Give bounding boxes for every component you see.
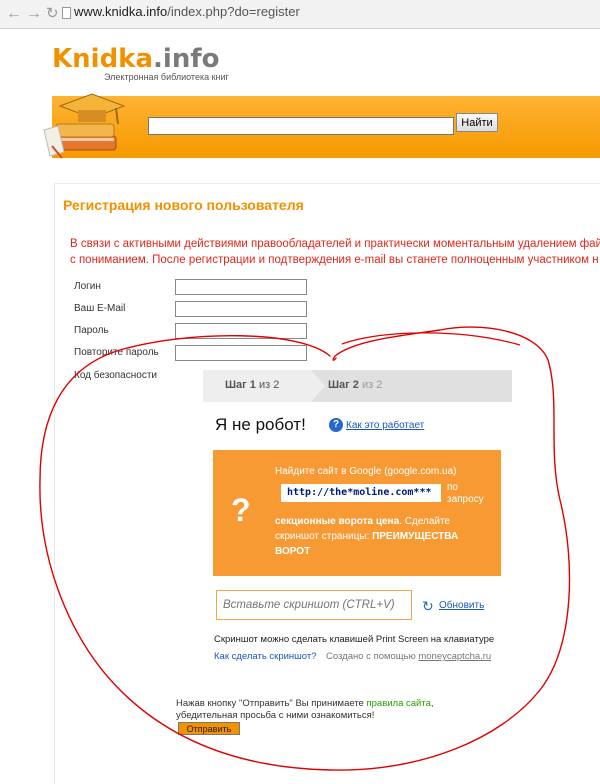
notice-text: В связи с активными действиями правообла… [70, 236, 600, 268]
step-1-label: Шаг 1 из 2 [225, 379, 279, 391]
step-2-text: Шаг 2 [328, 379, 359, 391]
books-graduation-cap-icon [43, 93, 126, 159]
login-field[interactable] [175, 279, 307, 295]
terms-prefix: Нажав кнопку "Отправить" Вы принимаете [176, 698, 364, 709]
step-arrow [311, 370, 325, 402]
site-tagline: Электронная библиотека книг [104, 72, 229, 82]
step-1-text: Шаг 1 [225, 379, 256, 391]
password-field[interactable] [175, 323, 307, 339]
screenshot-hint: Скриншот можно сделать клавишей Print Sc… [214, 634, 495, 645]
task-query-bold: секционные ворота цена [275, 516, 400, 527]
task-after-query: по запросу [447, 482, 484, 505]
terms-suffix: , [430, 698, 434, 709]
url-host: www.knidka.info [74, 4, 168, 19]
refresh-icon[interactable]: ↻ [422, 598, 434, 615]
back-arrow-icon[interactable]: ← [6, 5, 22, 23]
question-circle-icon[interactable]: ? [329, 418, 343, 432]
security-code-label: Код безопасности [74, 370, 157, 381]
captcha-steps: Шаг 1 из 2 Шаг 2 из 2 [203, 370, 512, 402]
moneycaptcha-link[interactable]: moneycaptcha.ru [418, 651, 491, 662]
search-input[interactable] [148, 117, 454, 135]
url-path: /index.php?do=register [167, 4, 300, 19]
step-1-of: из 2 [259, 379, 280, 391]
search-query-box: http://the*moline.com*** [281, 484, 441, 502]
not-robot-heading: Я не робот! [215, 415, 306, 434]
terms-line-1: Нажав кнопку "Отправить" Вы принимаете п… [176, 698, 434, 709]
forward-arrow-icon[interactable]: → [26, 5, 42, 23]
page-title: Регистрация нового пользователя [63, 197, 304, 213]
made-with-label: Создано с помощью [326, 651, 416, 662]
page-icon [62, 7, 71, 19]
made-with-text: Создано с помощью moneycaptcha.ru [326, 651, 491, 662]
task-line-1: Найдите сайт в Google (google.com.ua) [275, 466, 457, 477]
step-2-of: из 2 [362, 379, 383, 391]
terms-line-2: убедительная просьба с ними ознакомиться… [176, 710, 375, 721]
search-button[interactable]: Найти [456, 113, 498, 132]
question-mark-icon: ? [231, 492, 251, 528]
notice-line-2: с пониманием. После регистрации и подтве… [70, 254, 599, 266]
task-description: секционные ворота цена. Сделайте скриншо… [275, 514, 495, 559]
reload-icon[interactable]: ↻ [46, 5, 59, 23]
notice-line-1: В связи с активными действиями правообла… [70, 238, 600, 250]
logo-part2: .info [153, 44, 220, 74]
how-it-works-link[interactable]: Как это работает [346, 420, 424, 431]
submit-button[interactable]: Отправить [178, 722, 240, 735]
login-label: Логин [74, 281, 101, 292]
how-to-screenshot-link[interactable]: Как сделать скриншот? [214, 651, 317, 662]
logo-part1: Knidka [52, 44, 154, 74]
site-rules-link[interactable]: правила сайта [366, 698, 430, 709]
screenshot-input[interactable] [216, 590, 412, 620]
email-label: Ваш E-Mail [74, 303, 126, 314]
step-2-label: Шаг 2 из 2 [328, 379, 382, 391]
browser-address-bar: ← → ↻ www.knidka.info/index.php?do=regis… [0, 0, 600, 29]
refresh-link[interactable]: Обновить [439, 600, 484, 611]
repeat-password-label: Повторите пароль [74, 347, 159, 358]
captcha-task-box: ? Найдите сайт в Google (google.com.ua) … [213, 450, 501, 576]
url-field[interactable]: www.knidka.info/index.php?do=register [74, 4, 300, 19]
site-logo[interactable]: Knidka.info [52, 44, 220, 74]
password-label: Пароль [74, 325, 109, 336]
email-field[interactable] [175, 301, 307, 317]
repeat-password-field[interactable] [175, 345, 307, 361]
